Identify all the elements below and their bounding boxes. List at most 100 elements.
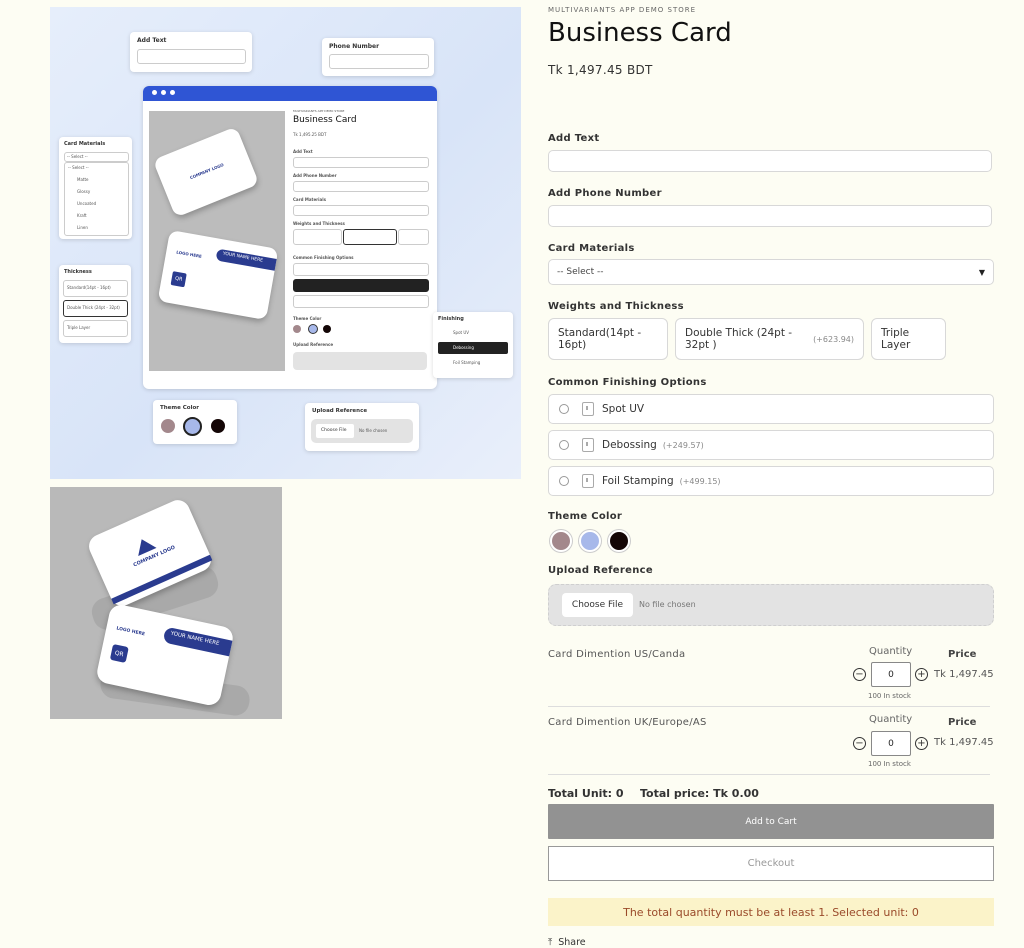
mock-finish-option bbox=[293, 279, 429, 292]
mock-material-item: Linen bbox=[77, 225, 88, 230]
materials-select[interactable]: -- Select -- ▼ bbox=[548, 259, 994, 285]
mock-thickness-option-label: Standard(14pt - 16pt) bbox=[67, 285, 111, 290]
quantity-header: Quantity bbox=[869, 714, 913, 725]
mock-upload-card: Upload Reference Choose File No file cho… bbox=[305, 403, 419, 451]
mock-logo-here-text: LOGO HERE bbox=[175, 249, 203, 259]
mock-qr-icon: QR bbox=[170, 271, 187, 288]
qr-icon: QR bbox=[109, 643, 129, 663]
mock-thickness-option-label: Double Thick (24pt - 32pt) bbox=[67, 305, 120, 310]
plus-icon[interactable]: + bbox=[915, 668, 928, 681]
mock-materials-card: Card Materials -- Select -- -- Select --… bbox=[59, 137, 132, 239]
thumb-logo-here-text: LOGO HERE bbox=[115, 626, 146, 638]
mock-upload-area: Choose File No file chosen bbox=[311, 419, 413, 443]
mock-company-logo-text: COMPANY LOGO bbox=[189, 162, 225, 181]
mock-title: Business Card bbox=[293, 115, 357, 125]
weight-option-triple[interactable]: Triple Layer bbox=[871, 318, 946, 360]
checkout-button[interactable]: Checkout bbox=[548, 846, 994, 881]
radio-button[interactable] bbox=[559, 404, 569, 414]
upload-dropzone[interactable]: Choose File No file chosen bbox=[548, 584, 994, 626]
mock-theme-card: Theme Color bbox=[153, 400, 237, 444]
mock-product-photo: COMPANY LOGO YOUR NAME HERE LOGO HERE QR bbox=[149, 111, 285, 371]
phone-input[interactable] bbox=[548, 205, 992, 227]
mock-finishing-card: Finishing Spot UV Debossing Foil Stampin… bbox=[433, 312, 513, 378]
finish-option-label: Spot UV bbox=[602, 403, 645, 415]
mock-form-label: Weights and Thickness bbox=[293, 221, 345, 226]
finish-option-addon: (+249.57) bbox=[662, 440, 704, 450]
theme-swatch-light-blue[interactable] bbox=[579, 530, 601, 552]
materials-select-value: -- Select -- bbox=[557, 267, 604, 277]
radio-button[interactable] bbox=[559, 440, 569, 450]
quantity-notice: The total quantity must be at least 1. S… bbox=[548, 898, 994, 926]
materials-label: Card Materials bbox=[548, 243, 635, 254]
mock-no-file: No file chosen bbox=[359, 428, 388, 433]
theme-swatch-black[interactable] bbox=[608, 530, 630, 552]
mock-choose-file: Choose File bbox=[316, 424, 354, 438]
stock-count: 100 In stock bbox=[868, 692, 911, 700]
finish-option-foil-stamping[interactable]: Foil Stamping (+499.15) bbox=[548, 466, 994, 496]
quantity-header: Quantity bbox=[869, 646, 913, 657]
mock-price: Tk 1,495.25 BDT bbox=[293, 132, 327, 137]
phone-label: Add Phone Number bbox=[548, 188, 662, 199]
quantity-input[interactable]: 0 bbox=[871, 662, 911, 687]
mock-phone-input bbox=[329, 54, 429, 69]
mock-add-text-card: Add Text bbox=[130, 32, 252, 72]
quantity-input[interactable]: 0 bbox=[871, 731, 911, 756]
choose-file-button[interactable]: Choose File bbox=[562, 593, 633, 617]
finish-image-icon bbox=[582, 438, 594, 452]
mock-swatch bbox=[183, 417, 202, 436]
mock-form-label: Add Phone Number bbox=[293, 173, 337, 178]
mock-form-select bbox=[293, 205, 429, 216]
divider bbox=[548, 774, 990, 775]
mock-material-item: Matte bbox=[77, 177, 89, 182]
mock-form-label: Card Materials bbox=[293, 197, 326, 202]
mock-finishing-option: Foil Stamping bbox=[453, 360, 481, 365]
mock-business-card-back: YOUR NAME HERE LOGO HERE QR bbox=[157, 229, 279, 321]
mock-thickness-card: Thickness Standard(14pt - 16pt) Double T… bbox=[59, 265, 131, 343]
total-price: Total price: Tk 0.00 bbox=[640, 787, 759, 800]
weight-option-label: Triple Layer bbox=[881, 327, 911, 351]
mock-store-window: COMPANY LOGO YOUR NAME HERE LOGO HERE QR… bbox=[143, 86, 437, 389]
product-thumbnail[interactable]: COMPANY LOGO YOUR NAME HERE LOGO HERE QR bbox=[50, 487, 282, 719]
finish-option-spot-uv[interactable]: Spot UV bbox=[548, 394, 994, 424]
product-hero-image[interactable]: Add Text Phone Number Card Materials -- … bbox=[50, 7, 521, 479]
price-header: Price bbox=[948, 649, 977, 660]
theme-swatch-mauve[interactable] bbox=[550, 530, 572, 552]
window-dot-icon bbox=[170, 90, 175, 95]
share-link[interactable]: ⤒ Share bbox=[548, 937, 586, 948]
mock-choose-file-label: Choose File bbox=[321, 428, 347, 433]
mock-weight-option bbox=[293, 229, 342, 245]
mock-upload-label: Upload Reference bbox=[312, 408, 368, 414]
mock-materials-placeholder: -- Select -- bbox=[68, 165, 89, 170]
minus-icon[interactable]: − bbox=[853, 668, 866, 681]
weights-label: Weights and Thickness bbox=[548, 301, 684, 312]
weight-option-double[interactable]: Double Thick (24pt - 32pt ) (+623.94) bbox=[675, 318, 864, 360]
minus-icon[interactable]: − bbox=[853, 737, 866, 750]
mock-vendor: MULTIVARIANTS APP DEMO STORE bbox=[293, 109, 345, 113]
weight-option-standard[interactable]: Standard(14pt - 16pt) bbox=[548, 318, 668, 360]
theme-color-label: Theme Color bbox=[548, 511, 623, 522]
add-text-label: Add Text bbox=[548, 133, 600, 144]
finish-option-label: Foil Stamping bbox=[602, 475, 674, 487]
share-label: Share bbox=[558, 937, 586, 948]
mock-materials-select-value: -- Select -- bbox=[67, 154, 88, 159]
mock-finishing-label: Finishing bbox=[438, 316, 464, 322]
weight-option-label: Standard(14pt - 16pt) bbox=[558, 327, 642, 351]
add-to-cart-button[interactable]: Add to Cart bbox=[548, 804, 994, 839]
mock-window-bar bbox=[143, 86, 437, 101]
chevron-down-icon: ▼ bbox=[978, 267, 985, 277]
plus-icon[interactable]: + bbox=[915, 737, 928, 750]
weight-option-addon: (+623.94) bbox=[813, 334, 854, 344]
price-header: Price bbox=[948, 717, 977, 728]
mock-business-card-front: COMPANY LOGO bbox=[152, 126, 260, 218]
finish-option-debossing[interactable]: Debossing (+249.57) bbox=[548, 430, 994, 460]
radio-button[interactable] bbox=[559, 476, 569, 486]
mock-swatch bbox=[323, 325, 331, 333]
mock-finishing-option: Debossing bbox=[453, 345, 474, 350]
mock-materials-list: -- Select -- Matte Glossy Uncoated Kraft… bbox=[64, 162, 129, 236]
mock-upload-area bbox=[293, 352, 427, 370]
add-text-input[interactable] bbox=[548, 150, 992, 172]
mock-finishing-option: Spot UV bbox=[453, 330, 470, 335]
mock-name-band: YOUR NAME HERE bbox=[215, 248, 277, 271]
mock-form-label: Upload Reference bbox=[293, 342, 334, 347]
mock-materials-label: Card Materials bbox=[64, 141, 106, 147]
